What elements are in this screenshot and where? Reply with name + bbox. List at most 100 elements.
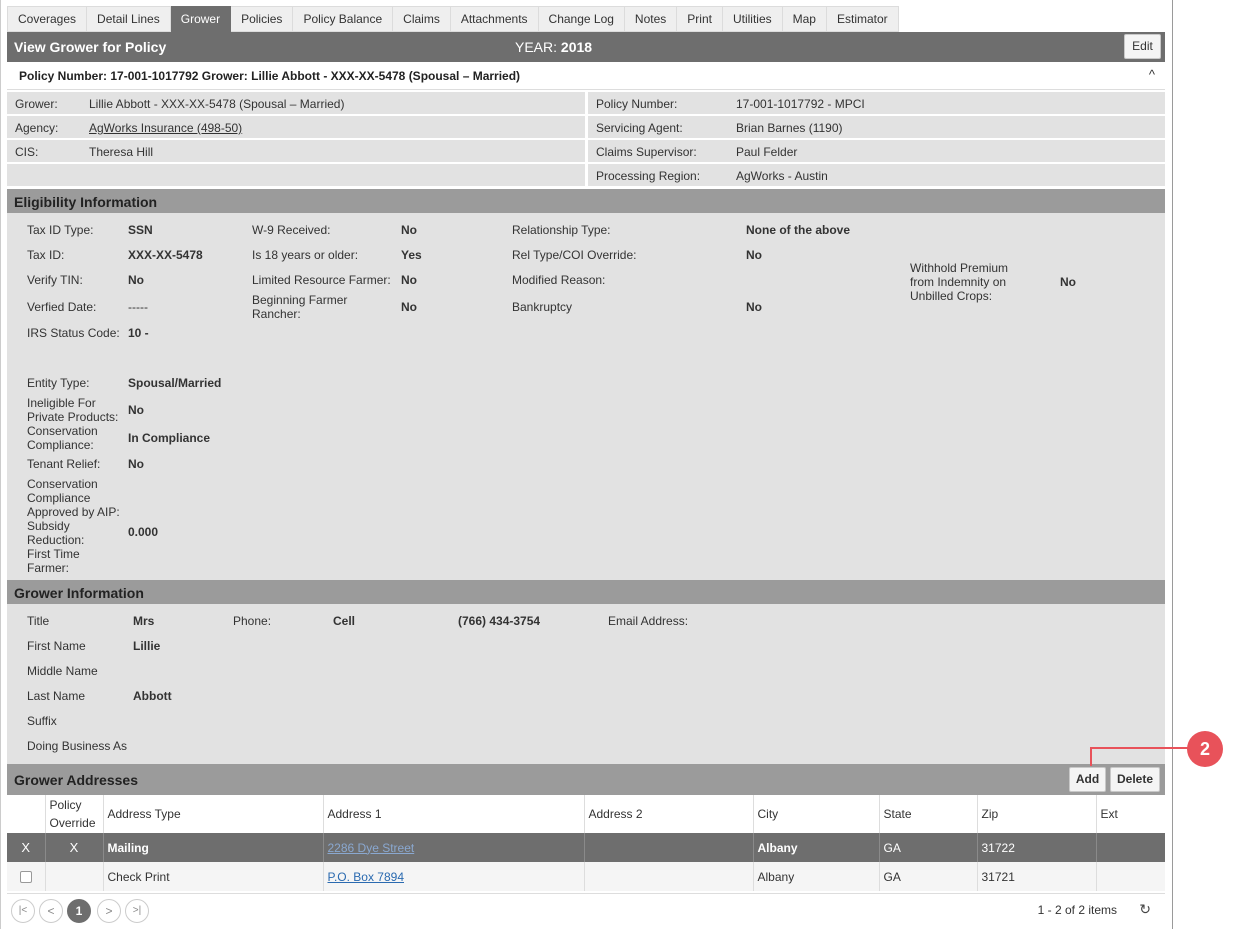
modified-reason-label: Modified Reason: — [512, 273, 606, 287]
address2-header[interactable]: Address 2 — [583, 795, 753, 833]
irs-status-label: IRS Status Code: — [27, 326, 120, 340]
prev-page-icon[interactable]: < — [39, 899, 63, 923]
eligibility-title: Eligibility Information — [14, 194, 158, 210]
grower-row: Grower: Lillie Abbott - XXX-XX-5478 (Spo… — [7, 92, 585, 114]
cons-approved-label-1: Conservation — [27, 477, 98, 491]
tab-claims[interactable]: Claims — [393, 6, 451, 32]
phone-type: Cell — [333, 614, 356, 628]
withhold-premium-value: No — [1060, 275, 1076, 289]
city-header[interactable]: City — [752, 795, 879, 833]
grower-info-title: Grower Information — [14, 585, 144, 601]
servicing-agent-row: Servicing Agent: Brian Barnes (1190) — [588, 116, 1165, 138]
withhold-premium-label-1: Withhold Premium — [910, 261, 1009, 275]
email-label: Email Address: — [608, 614, 689, 628]
agency-label: Agency: — [15, 121, 59, 135]
page-header: View Grower for Policy YEAR: 2018 Edit — [7, 32, 1165, 62]
table-row[interactable]: X X Mailing 2286 Dye Street Albany GA 31… — [7, 833, 1165, 862]
subsidy-value: 0.000 — [128, 525, 159, 539]
cis-row: CIS: Theresa Hill — [7, 140, 585, 162]
first-time-farmer-label-2: Farmer: — [27, 561, 69, 575]
policy-info-grid: Grower: Lillie Abbott - XXX-XX-5478 (Spo… — [7, 92, 1165, 188]
refresh-icon[interactable]: ↻ — [1139, 901, 1151, 918]
policy-summary-bar[interactable]: Policy Number: 17-001-1017792 Grower: Li… — [7, 62, 1165, 90]
tab-estimator[interactable]: Estimator — [826, 6, 899, 32]
withhold-premium-label-3: Unbilled Crops: — [910, 289, 993, 303]
addresses-table: Policy Override Address Type Address 1 Ad… — [7, 795, 1165, 891]
step-callout-badge: 2 — [1187, 731, 1223, 767]
delete-address-button[interactable]: Delete — [1110, 767, 1160, 792]
tab-print[interactable]: Print — [677, 6, 723, 32]
withhold-premium-label-2: from Indemnity on — [910, 275, 1007, 289]
year-value: 2018 — [560, 39, 593, 55]
tab-policies[interactable]: Policies — [231, 6, 294, 32]
tab-utilities[interactable]: Utilities — [722, 6, 783, 32]
tax-id-type-value: SSN — [128, 223, 153, 237]
state-cell: GA — [878, 833, 977, 862]
row-checkbox[interactable] — [19, 871, 32, 884]
tab-notes[interactable]: Notes — [624, 6, 678, 32]
zip-cell: 31721 — [976, 862, 1096, 891]
callout-connector — [1090, 747, 1188, 749]
cons-approved-label-2: Compliance — [27, 491, 91, 505]
grower-value: Lillie Abbott - XXX-XX-5478 (Spousal – M… — [89, 97, 345, 111]
agency-link[interactable]: AgWorks Insurance (498-50) — [89, 121, 242, 135]
suffix-label: Suffix — [27, 714, 57, 728]
row-select-mark[interactable]: X — [7, 833, 45, 862]
tab-grower[interactable]: Grower — [170, 6, 232, 32]
phone-value: (766) 434-3754 — [458, 614, 541, 628]
collapse-caret-icon[interactable]: ^ — [1149, 67, 1155, 82]
beginning-farmer-label-1: Beginning Farmer — [252, 293, 348, 307]
tab-coverages[interactable]: Coverages — [7, 6, 88, 32]
row-select-cell — [7, 862, 45, 891]
policy-summary-text: Policy Number: 17-001-1017792 Grower: Li… — [19, 69, 521, 83]
tab-detail-lines[interactable]: Detail Lines — [87, 6, 171, 32]
policy-number-label: Policy Number: — [596, 97, 678, 111]
city-cell: Albany — [752, 833, 879, 862]
agency-row: Agency: AgWorks Insurance (498-50) — [7, 116, 585, 138]
tab-attachments[interactable]: Attachments — [450, 6, 539, 32]
last-name-value: Abbott — [133, 689, 172, 703]
address-type-header[interactable]: Address Type — [102, 795, 323, 833]
next-page-icon[interactable]: > — [97, 899, 121, 923]
tab-change-log[interactable]: Change Log — [538, 6, 625, 32]
first-name-label: First Name — [27, 639, 86, 653]
address1-link[interactable]: P.O. Box 7894 — [328, 870, 405, 884]
address1-cell: 2286 Dye Street — [322, 833, 584, 862]
pagination: |< < 1 > >| 1 - 2 of 2 items ↻ — [7, 893, 1165, 926]
eligibility-section-header: Eligibility Information — [7, 189, 1165, 213]
page-1-button[interactable]: 1 — [67, 899, 91, 923]
address1-link[interactable]: 2286 Dye Street — [328, 841, 415, 855]
phone-label: Phone: — [233, 614, 272, 628]
zip-header[interactable]: Zip — [976, 795, 1096, 833]
tab-map[interactable]: Map — [782, 6, 827, 32]
conservation-label-2: Compliance: — [27, 438, 94, 452]
cis-value: Theresa Hill — [89, 145, 154, 159]
address1-header[interactable]: Address 1 — [322, 795, 584, 833]
zip-cell: 31722 — [976, 833, 1096, 862]
edit-button[interactable]: Edit — [1124, 34, 1161, 59]
w9-value: No — [401, 223, 417, 237]
address-type-cell: Check Print — [102, 862, 323, 891]
coi-override-value: No — [746, 248, 762, 262]
policy-override-header-line-1: Policy — [49, 798, 82, 812]
entity-type-label: Entity Type: — [27, 376, 90, 390]
table-row[interactable]: Check Print P.O. Box 7894 Albany GA 3172… — [7, 862, 1165, 891]
policy-number-value: 17-001-1017792 - MPCI — [736, 97, 865, 111]
cis-label: CIS: — [15, 145, 39, 159]
last-page-icon[interactable]: >| — [125, 899, 149, 923]
state-header[interactable]: State — [878, 795, 977, 833]
first-time-farmer-label-1: First Time — [27, 547, 80, 561]
conservation-label-1: Conservation — [27, 424, 98, 438]
bankruptcy-value: No — [746, 300, 762, 314]
ext-header[interactable]: Ext — [1095, 795, 1165, 833]
policy-override-header[interactable]: Policy Override — [44, 795, 103, 833]
first-page-icon[interactable]: |< — [11, 899, 35, 923]
grower-info-section-header: Grower Information — [7, 580, 1165, 604]
policy-override-cell — [44, 862, 103, 891]
processing-region-label: Processing Region: — [596, 169, 701, 183]
add-address-button[interactable]: Add — [1069, 767, 1106, 792]
middle-name-label: Middle Name — [27, 664, 98, 678]
tab-policy-balance[interactable]: Policy Balance — [293, 6, 394, 32]
conservation-value: In Compliance — [128, 431, 211, 445]
callout-connector-vertical — [1090, 747, 1092, 766]
